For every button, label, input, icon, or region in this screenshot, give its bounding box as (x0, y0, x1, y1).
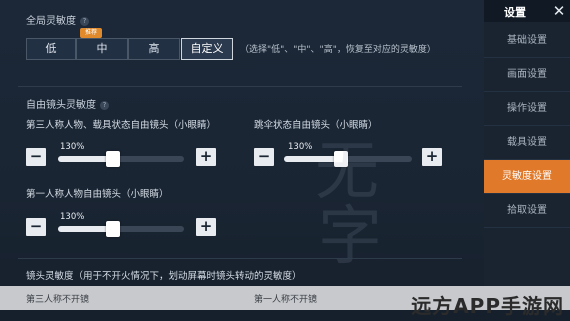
lens-first-person-label: 第一人称不开镜 (254, 295, 318, 305)
lens-sensitivity-title: 镜头灵敏度（用于不开火情况下，划动屏幕时镜头转动的灵敏度） (26, 271, 302, 282)
lens-third-person-label: 第三人称不开镜 (26, 295, 90, 305)
sidebar-item-vehicle[interactable]: 载具设置 (484, 126, 570, 160)
close-icon[interactable]: ✕ (550, 1, 568, 21)
slider-fill (58, 226, 110, 232)
sensitivity-option-custom[interactable]: 自定义 (181, 38, 233, 60)
slider-value: 130% (288, 142, 313, 152)
sensitivity-option-high[interactable]: 高 (128, 38, 180, 60)
decrease-button[interactable]: − (26, 218, 46, 236)
sidebar-header: 设置 ✕ (484, 0, 570, 22)
site-watermark: 远方APP手游网 (411, 294, 564, 318)
free-cam-title: 自由镜头灵敏度? (26, 96, 109, 111)
slider-label-third-person: 第三人称人物、载具状态自由镜头（小眼睛） (26, 120, 217, 131)
sidebar-item-sensitivity[interactable]: 灵敏度设置 (484, 160, 570, 194)
info-icon[interactable]: ? (100, 100, 109, 110)
increase-button[interactable]: + (422, 148, 442, 166)
brush-decoration: 字 (318, 200, 382, 274)
info-icon[interactable]: ? (80, 16, 89, 26)
sidebar-item-pickup[interactable]: 拾取设置 (484, 194, 570, 228)
preset-hint: （选择"低"、"中"、"高"，恢复至对应的灵敏度） (240, 45, 436, 55)
increase-button[interactable]: + (196, 148, 216, 166)
global-sensitivity-label: 全局灵敏度 (26, 16, 76, 27)
brush-decoration: 无 (315, 135, 379, 209)
sensitivity-option-medium[interactable]: 中 (76, 38, 128, 60)
free-cam-label: 自由镜头灵敏度 (26, 100, 96, 111)
section-divider (18, 86, 462, 87)
settings-screen: 全局灵敏度? 推荐 低 中 高 自定义 （选择"低"、"中"、"高"，恢复至对应… (0, 0, 570, 321)
slider-thumb[interactable] (106, 151, 120, 167)
decrease-button[interactable]: − (254, 148, 274, 166)
sidebar-item-basic[interactable]: 基础设置 (484, 24, 570, 58)
slider-third-person[interactable] (58, 151, 184, 167)
section-divider (18, 258, 462, 259)
decrease-button[interactable]: − (26, 148, 46, 166)
slider-label-parachute: 跳伞状态自由镜头（小眼睛） (254, 120, 378, 131)
slider-label-first-person: 第一人称人物自由镜头（小眼睛） (26, 189, 169, 200)
increase-button[interactable]: + (196, 218, 216, 236)
sensitivity-option-low[interactable]: 低 (26, 38, 76, 60)
slider-thumb[interactable] (106, 221, 120, 237)
slider-value: 130% (60, 142, 85, 152)
slider-first-person[interactable] (58, 221, 184, 237)
recommend-badge: 推荐 (80, 28, 102, 38)
slider-value: 130% (60, 212, 85, 222)
sidebar-item-graphics[interactable]: 画面设置 (484, 58, 570, 92)
slider-fill (58, 156, 110, 162)
global-sensitivity-title: 全局灵敏度? (26, 12, 89, 27)
sidebar-title: 设置 (504, 6, 526, 19)
settings-sidebar: 设置 ✕ 基础设置 画面设置 操作设置 载具设置 灵敏度设置 拾取设置 (484, 0, 570, 286)
sidebar-item-controls[interactable]: 操作设置 (484, 92, 570, 126)
